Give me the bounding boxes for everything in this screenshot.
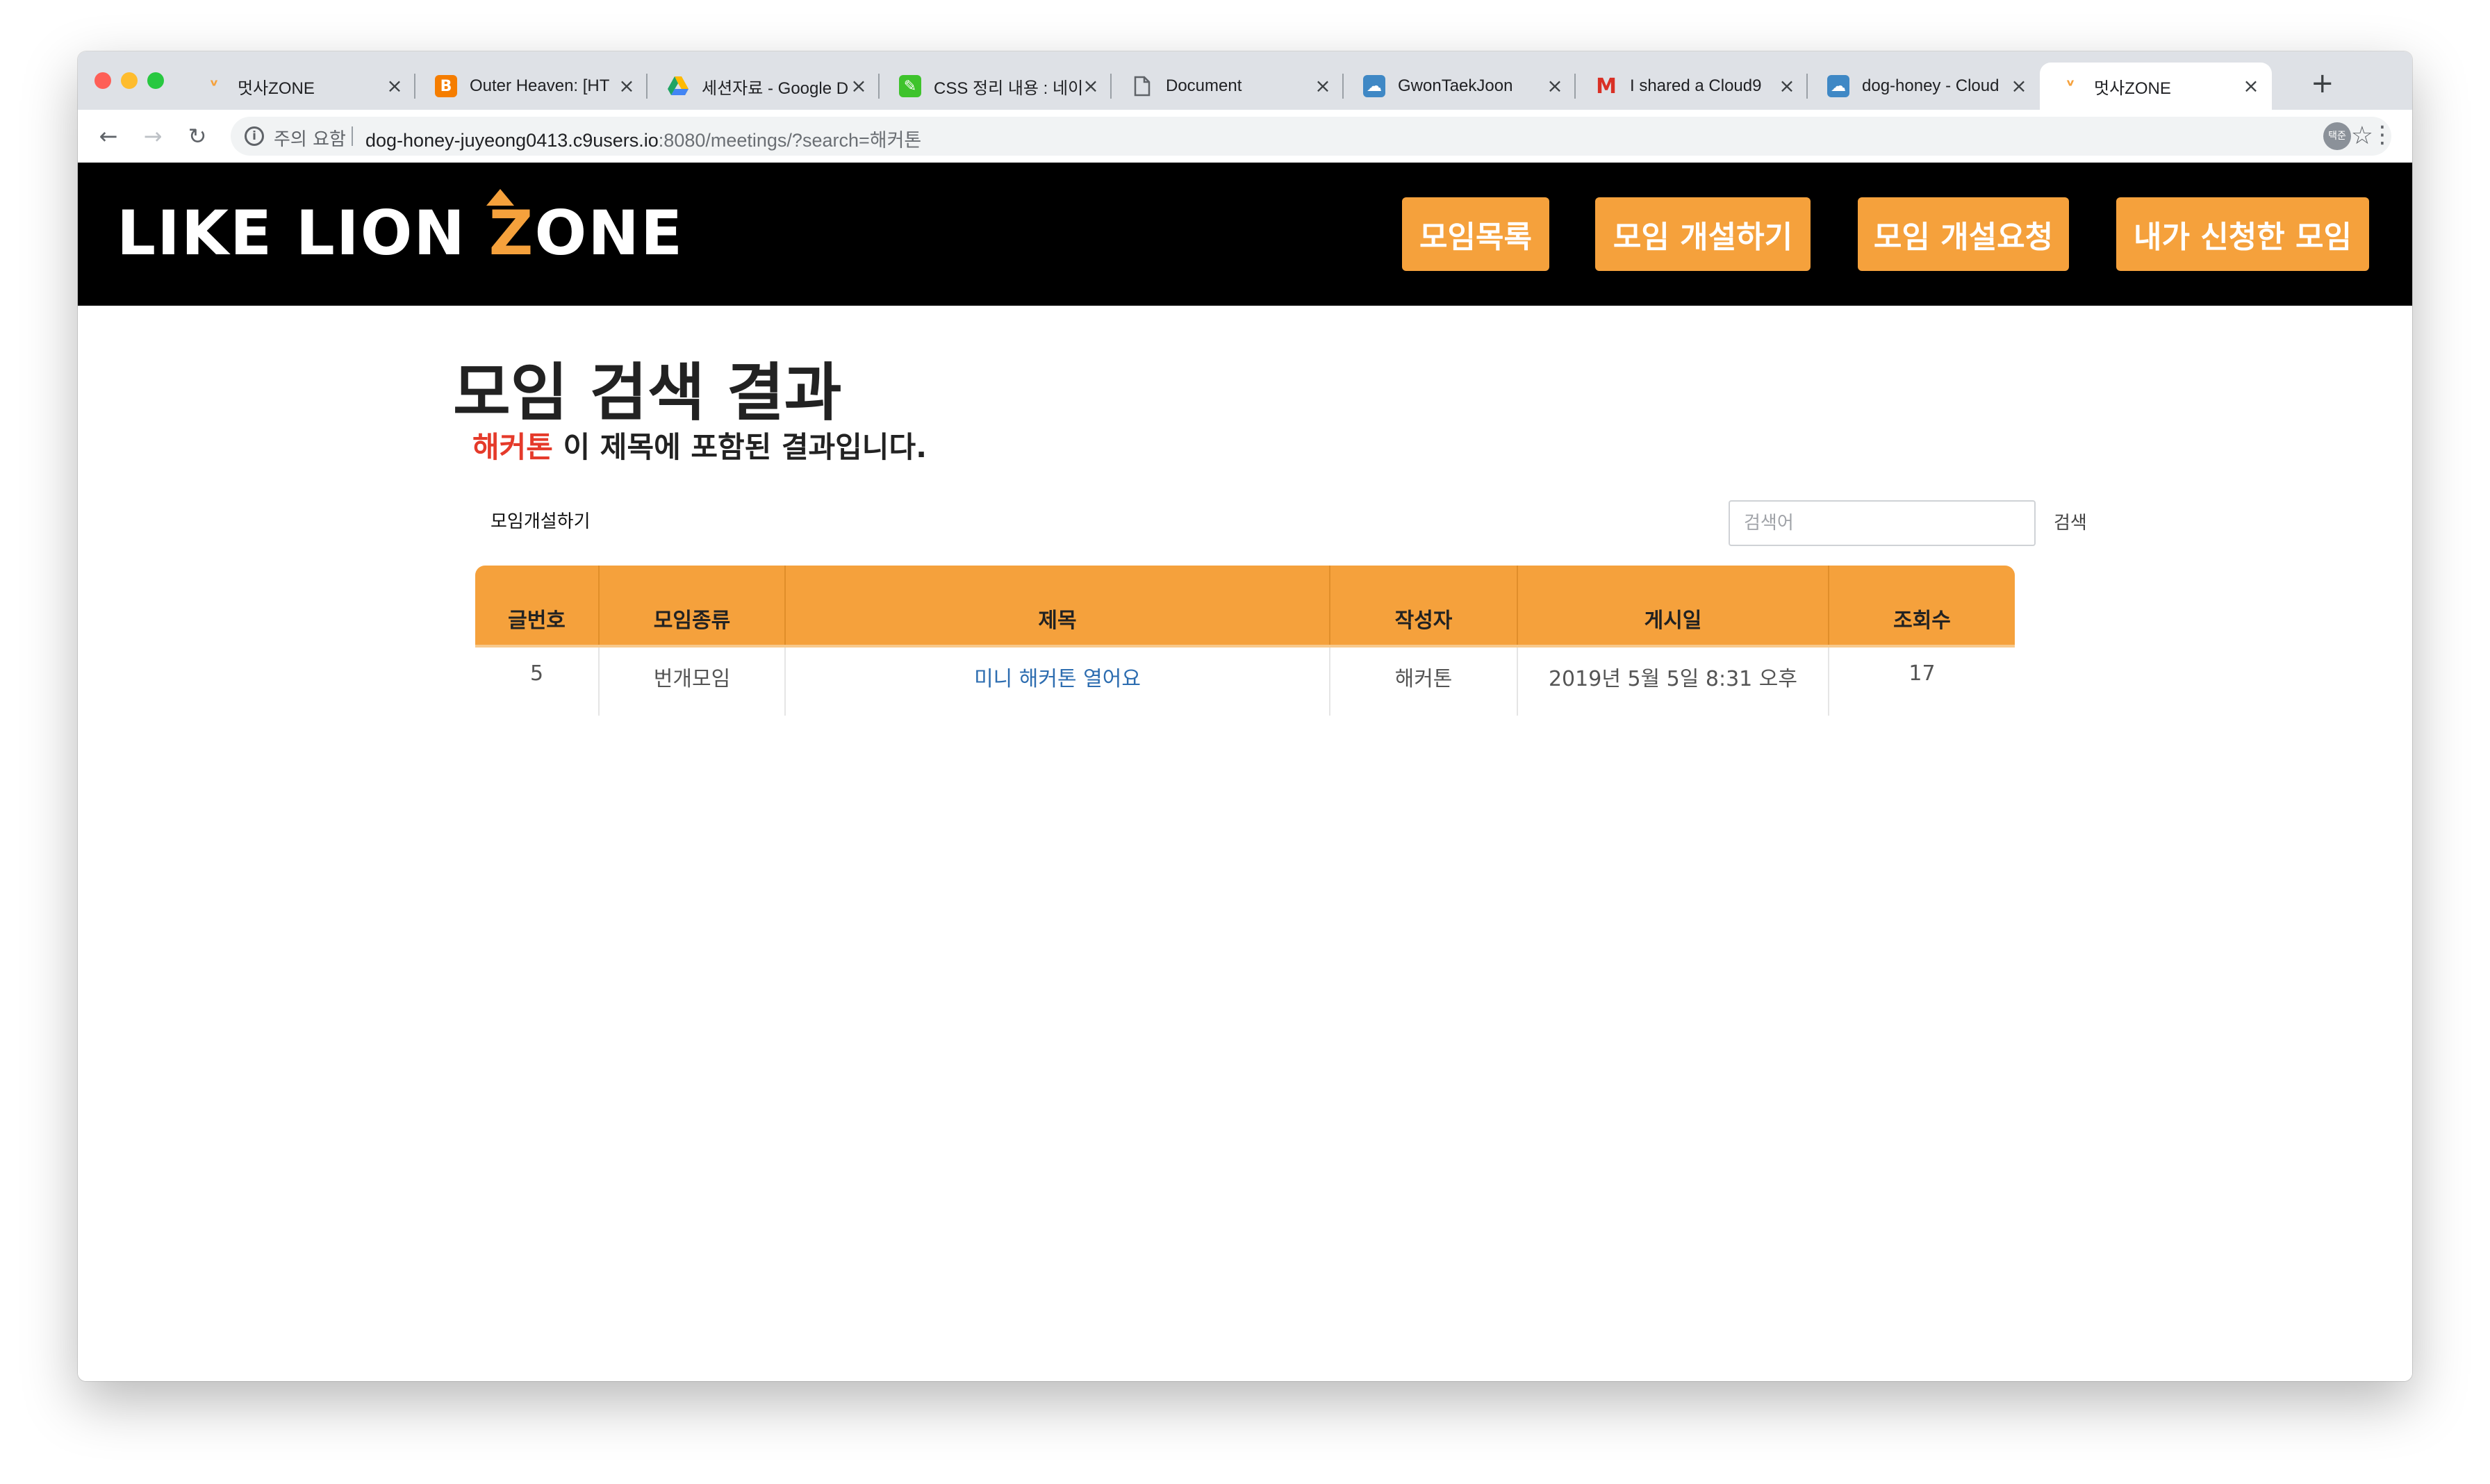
nav-my-meetings-button[interactable]: 내가 신청한 모임 [2116,197,2369,271]
tab-title: Outer Heaven: [HT [470,76,610,95]
browser-tab[interactable]: ✎ CSS 정리 내용 : 네이 × [880,63,1112,110]
lion-favicon-icon: ᵛ [2066,76,2075,97]
tab-title: dog-honey - Cloud [1862,76,2000,95]
gmail-favicon-icon: M [1596,74,1617,99]
document-favicon-icon [1131,75,1153,97]
reload-icon[interactable]: ↻ [183,122,211,150]
forward-arrow-icon[interactable]: → [139,122,167,150]
close-tab-icon[interactable]: × [2009,76,2029,96]
column-header-title: 제목 [785,566,1330,648]
results-table: 글번호 모임종류 제목 작성자 게시일 조회수 5 번개모임 미니 해커톤 열어… [475,566,2015,716]
browser-tab[interactable]: B Outer Heaven: [HT × [415,63,648,110]
back-arrow-icon[interactable]: ← [94,122,122,150]
close-tab-icon[interactable]: × [1081,76,1100,96]
column-header-views: 조회수 [1829,566,2015,648]
column-header-no: 글번호 [475,566,600,648]
nav-create-meeting-button[interactable]: 모임 개설하기 [1595,197,1811,271]
browser-tab[interactable]: 세션자료 - Google D × [648,63,880,110]
tab-title: CSS 정리 내용 : 네이 [934,79,1082,98]
nav-meeting-list-button[interactable]: 모임목록 [1402,197,1549,271]
table-row[interactable]: 5 번개모임 미니 해커톤 열어요 해커톤 2019년 5월 5일 8:31 오… [475,646,2015,716]
cell-views: 17 [1908,661,1936,686]
close-tab-icon[interactable]: × [617,76,636,96]
search-keyword: 해커톤 [472,430,553,464]
tab-title: I shared a Cloud9 [1630,76,1762,95]
browser-window: ᵛ 멋사ZONE × B Outer Heaven: [HT × 세션자료 - … [78,51,2412,1381]
tab-title: Document [1166,76,1242,95]
tab-title: 세션자료 - Google D [702,79,849,98]
address-bar[interactable]: i 주의 요함 dog-honey-juyeong0413.c9users.io… [231,117,2391,156]
tab-title: 멋사ZONE [238,79,315,98]
close-tab-icon[interactable]: × [1545,76,1565,96]
site-header: LIKE LION ZONE 모임목록 모임 개설하기 모임 개설요청 내가 신… [78,163,2412,306]
cell-author: 해커톤 [1330,646,1518,716]
table-header-row: 글번호 모임종류 제목 작성자 게시일 조회수 [475,566,2015,648]
browser-tab[interactable]: ☁ dog-honey - Cloud × [1808,63,2040,110]
note-favicon-icon: ✎ [899,75,921,97]
create-meeting-link[interactable]: 모임개설하기 [490,507,591,533]
info-icon[interactable]: i [245,126,264,146]
menu-kebab-icon[interactable]: ⋮ [2371,119,2394,150]
cell-type: 번개모임 [599,646,786,716]
column-header-type: 모임종류 [599,566,786,648]
cloud9-favicon-icon: ☁ [1363,75,1385,97]
browser-tab-active[interactable]: ᵛ 멋사ZONE × [2040,63,2272,110]
cell-date: 2019년 5월 5일 8:31 오후 [1517,646,1829,716]
close-tab-icon[interactable]: × [2241,76,2261,96]
column-header-author: 작성자 [1330,566,1518,648]
browser-tab[interactable]: Document × [1112,63,1344,110]
nav-request-meeting-button[interactable]: 모임 개설요청 [1858,197,2069,271]
lion-favicon-icon: ᵛ [209,76,219,97]
page-content: LIKE LION ZONE 모임목록 모임 개설하기 모임 개설요청 내가 신… [78,163,2412,1381]
search-input[interactable] [1729,500,2036,546]
new-tab-button[interactable]: + [2311,69,2334,97]
cloud9-favicon-icon: ☁ [1827,75,1849,97]
browser-tab[interactable]: ☁ GwonTaekJoon × [1344,63,1576,110]
profile-avatar[interactable]: 택준 [2323,122,2351,150]
close-tab-icon[interactable]: × [849,76,868,96]
site-logo[interactable]: LIKE LION ZONE [117,189,684,275]
meeting-title-link[interactable]: 미니 해커톤 열어요 [785,646,1330,716]
tab-title: GwonTaekJoon [1398,76,1513,95]
cell-no: 5 [475,646,600,716]
blogger-favicon-icon: B [435,75,457,97]
tab-strip: ᵛ 멋사ZONE × B Outer Heaven: [HT × 세션자료 - … [78,51,2412,110]
browser-tab[interactable]: M I shared a Cloud9 × [1576,63,1808,110]
security-label[interactable]: 주의 요함 [274,125,346,151]
page-title: 모임 검색 결과 [453,356,842,429]
column-header-date: 게시일 [1517,566,1829,648]
browser-toolbar: ← → ↻ i 주의 요함 dog-honey-juyeong0413.c9us… [78,110,2412,163]
close-window-button[interactable] [94,72,111,89]
minimize-window-button[interactable] [121,72,138,89]
search-button[interactable]: 검색 [2054,509,2087,534]
close-tab-icon[interactable]: × [1313,76,1333,96]
search-result-subtitle: 해커톤 이 제목에 포함된 결과입니다. [472,430,927,464]
zoom-window-button[interactable] [147,72,164,89]
close-tab-icon[interactable]: × [1777,76,1797,96]
url-text[interactable]: dog-honey-juyeong0413.c9users.io:8080/me… [365,125,921,152]
tab-title: 멋사ZONE [2094,79,2171,98]
close-tab-icon[interactable]: × [385,76,404,96]
browser-tab[interactable]: ᵛ 멋사ZONE × [183,63,415,110]
google-drive-favicon-icon [667,75,689,97]
